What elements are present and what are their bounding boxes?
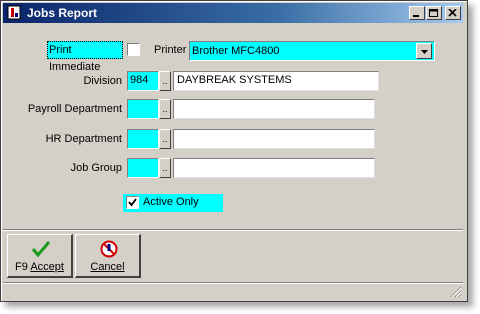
division-label: Division xyxy=(83,75,122,87)
close-button[interactable] xyxy=(445,6,461,20)
division-code-field[interactable]: 984 xyxy=(127,71,159,91)
app-icon xyxy=(7,5,21,20)
minimize-button[interactable] xyxy=(409,6,425,20)
active-only-label: Active Only xyxy=(143,196,199,208)
printer-dropdown-button[interactable] xyxy=(416,43,432,59)
resize-grip-icon[interactable] xyxy=(450,286,462,298)
checkmark-icon xyxy=(128,198,137,207)
maximize-icon xyxy=(429,9,438,17)
checkmark-icon xyxy=(31,241,51,258)
division-code: 984 xyxy=(130,74,149,86)
window-title: Jobs Report xyxy=(27,6,98,20)
job-group-lookup-button[interactable]: .. xyxy=(159,158,171,178)
print-immediate-checkbox[interactable] xyxy=(127,43,140,56)
division-name: DAYBREAK SYSTEMS xyxy=(177,74,292,86)
no-entry-icon xyxy=(100,240,118,258)
jobs-report-window: Jobs Report Print Immediate Printer Brot… xyxy=(0,0,468,302)
accept-button[interactable]: F9 Accept xyxy=(7,234,73,278)
accept-shortcut: F9 xyxy=(15,261,28,273)
payroll-department-label: Payroll Department xyxy=(27,103,122,115)
printer-label: Printer xyxy=(154,44,187,56)
title-bar[interactable]: Jobs Report xyxy=(3,3,463,23)
division-lookup-button[interactable]: .. xyxy=(159,71,171,91)
hr-department-label: HR Department xyxy=(45,133,122,145)
payroll-department-lookup-button[interactable]: .. xyxy=(159,99,171,119)
job-group-name-field[interactable] xyxy=(173,158,375,178)
cancel-button[interactable]: Cancel xyxy=(75,234,141,278)
printer-select[interactable]: Brother MFC4800 xyxy=(189,41,435,61)
print-immediate-label[interactable]: Print Immediate xyxy=(47,41,123,73)
payroll-department-code-field[interactable] xyxy=(127,99,159,119)
active-only-option[interactable]: Active Only xyxy=(123,194,223,212)
button-bar: F9 Accept Cancel xyxy=(3,229,463,280)
hr-department-name-field[interactable] xyxy=(173,129,375,149)
cancel-label: Cancel xyxy=(90,261,125,273)
job-group-code-field[interactable] xyxy=(127,158,159,178)
hr-department-code-field[interactable] xyxy=(127,129,159,149)
hr-department-lookup-button[interactable]: .. xyxy=(159,129,171,149)
active-only-checkbox[interactable] xyxy=(126,196,139,209)
maximize-button[interactable] xyxy=(426,6,442,20)
job-group-label: Job Group xyxy=(70,162,122,174)
cancel-caption: Cancel xyxy=(76,261,139,273)
division-name-field[interactable]: DAYBREAK SYSTEMS xyxy=(173,71,379,91)
accept-label: Accept xyxy=(30,261,64,273)
print-immediate-text: Print Immediate xyxy=(49,44,101,73)
minimize-icon xyxy=(413,15,419,17)
printer-value: Brother MFC4800 xyxy=(192,45,280,57)
accept-caption: F9 Accept xyxy=(8,261,71,273)
chevron-down-icon xyxy=(421,50,428,54)
payroll-department-name-field[interactable] xyxy=(173,99,375,119)
close-icon xyxy=(448,9,457,17)
status-bar xyxy=(3,282,463,299)
